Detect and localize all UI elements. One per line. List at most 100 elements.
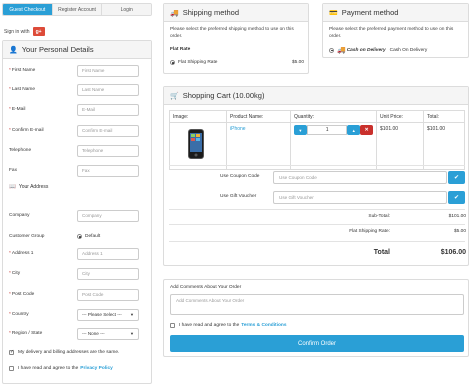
personal-details-panel: 👤 Your Personal Details *First Name Firs… [2,40,152,384]
address1-label: Address 1 [11,251,34,256]
chevron-down-icon: ▼ [130,312,134,317]
customer-group-default[interactable]: Default [77,234,100,239]
comments-textarea[interactable]: Add Comments About Your Order [170,294,464,315]
fax-input[interactable]: Fax [77,164,139,177]
cart-row: iPhone ▼ 1 ▲ ✕ $101.00 $101.00 [170,123,464,169]
address-heading: 📖 Your Address [9,184,48,190]
fax-row: Fax Fax [9,164,151,177]
same-address-row: My delivery and billing addresses are th… [9,349,120,355]
telephone-input[interactable]: Telephone [77,144,139,157]
address1-row: *Address 1 Address 1 [9,247,151,260]
chevron-up-icon: ▲ [351,127,356,133]
cart-table-header: Image: Product Name: Quantity: Unit Pric… [170,111,464,123]
first-name-input[interactable]: First Name [77,64,139,77]
privacy-row: I have read and agree to the Privacy Pol… [9,366,113,371]
col-product-header: Product Name: [227,111,291,122]
region-value: --- None --- [82,331,105,336]
totals-divider-1 [169,209,465,210]
region-row: *Region / State --- None --- ▼ [9,327,151,340]
confirm-order-button[interactable]: Confirm Order [170,335,464,352]
product-name-cell: iPhone [227,123,291,169]
cash-on-delivery-logo: 🚚 Cash on Delivery [337,47,386,54]
personal-details-title: Your Personal Details [21,45,94,54]
voucher-input[interactable]: Use Gift Voucher [273,191,447,204]
google-plus-button[interactable]: g+ [32,27,45,36]
region-select[interactable]: --- None --- ▼ [77,327,139,340]
user-icon: 👤 [9,46,18,54]
postcode-input[interactable]: Post Code [77,288,139,301]
address1-input[interactable]: Address 1 [77,247,139,260]
city-label: City [11,271,21,276]
book-icon: 📖 [9,184,16,190]
checkout-tabs: Guest Checkout Register Account Login [2,3,152,16]
postcode-label: Post Code [11,292,35,297]
terms-text: I have read and agree to the [179,323,240,328]
unit-price-cell: $101.00 [377,123,424,169]
totals-divider-2 [169,224,465,225]
iphone-image[interactable] [188,129,204,159]
postcode-row: *Post Code Post Code [9,288,151,301]
fax-label: Fax [9,168,17,173]
quantity-down-button[interactable]: ▼ [294,125,307,135]
email-input[interactable]: E-Mail [77,103,139,116]
same-address-label: My delivery and billing addresses are th… [18,350,120,355]
terms-link[interactable]: Terms & Conditions [241,323,286,328]
coupon-label: Use Coupon Code [220,174,260,179]
country-select[interactable]: --- Please Select --- ▼ [77,308,139,321]
cart-icon: 🛒 [170,92,179,100]
confirm-email-label: Confirm E-mail [11,128,44,133]
city-row: *City City [9,267,151,280]
product-name-link[interactable]: iPhone [230,126,246,132]
quantity-up-button[interactable]: ▲ [347,125,361,135]
col-image-header: Image: [170,111,227,122]
confirm-email-input[interactable]: Confirm E-mail [77,124,139,137]
truck-icon: 🚚 [170,9,179,17]
region-label: Region / State [11,331,43,336]
signin-row: Sign in with g+ [4,27,45,36]
signin-label: Sign in with [4,28,30,35]
payment-option-label: Cash On Delivery [389,47,428,53]
customer-group-radio[interactable] [77,234,82,239]
shipping-method-title: Shipping method [182,8,240,17]
cart-table: Image: Product Name: Quantity: Unit Pric… [169,110,465,170]
shipping-option[interactable]: Flat Shipping Rate $5.00 [170,60,304,65]
subtotal-value: $101.00 [448,214,466,219]
shipping-option-price: $5.00 [291,60,304,65]
quantity-cell: ▼ 1 ▲ ✕ [291,123,377,169]
comments-label: Add Comments About Your Order [170,285,242,290]
check-icon: ✔ [453,195,460,201]
delivery-truck-icon: 🚚 [337,47,346,54]
payment-method-header: 💳 Payment method [323,4,468,22]
privacy-checkbox[interactable] [9,366,14,371]
quantity-input[interactable]: 1 [306,125,348,135]
grand-total-value: $106.00 [440,249,466,256]
shopping-cart-title: Shopping Cart (10.00kg) [182,91,265,100]
shipping-radio[interactable] [170,60,175,65]
confirm-panel: Add Comments About Your Order Add Commen… [163,279,469,357]
last-name-label: Last Name [11,87,36,92]
shopping-cart-panel: 🛒 Shopping Cart (10.00kg) Image: Product… [163,86,469,266]
privacy-policy-link[interactable]: Privacy Policy [80,366,113,371]
company-row: Company Company [9,209,151,222]
payment-radio[interactable] [329,47,334,53]
country-row: *Country --- Please Select --- ▼ [9,308,151,321]
same-address-checkbox[interactable] [9,349,14,355]
voucher-label: Use Gift Voucher [220,194,257,199]
voucher-apply-button[interactable]: ✔ [448,191,465,204]
first-name-row: *First Name First Name [9,64,151,77]
payment-option[interactable]: 🚚 Cash on Delivery Cash On Delivery [329,46,427,54]
tab-login[interactable]: Login [102,4,151,15]
flat-shipping-value: $5.00 [453,229,466,234]
coupon-input[interactable]: Use Coupon Code [273,171,447,184]
terms-checkbox[interactable] [170,323,175,328]
close-icon: ✕ [364,127,369,133]
tab-register-account[interactable]: Register Account [52,4,103,15]
subtotal-label: Sub-Total: [368,214,390,219]
tab-guest-checkout[interactable]: Guest Checkout [3,4,53,15]
last-name-input[interactable]: Last Name [77,83,139,96]
city-input[interactable]: City [77,267,139,280]
credit-card-icon: 💳 [329,9,338,17]
remove-item-button[interactable]: ✕ [360,125,373,135]
company-input[interactable]: Company [77,209,139,222]
coupon-apply-button[interactable]: ✔ [448,171,465,184]
